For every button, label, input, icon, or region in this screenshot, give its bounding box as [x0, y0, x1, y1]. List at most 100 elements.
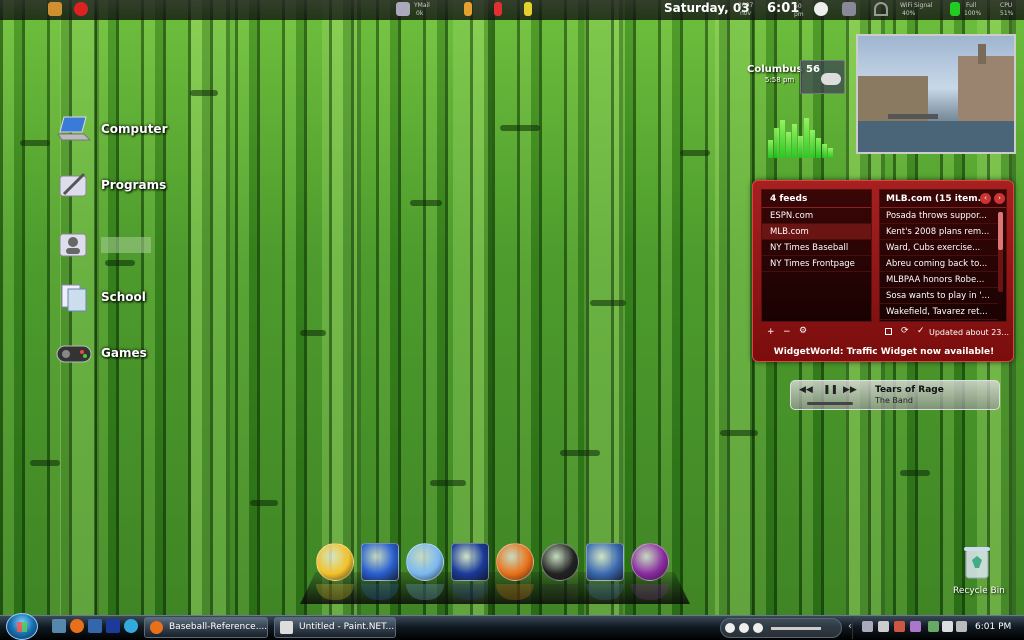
article-item[interactable]: Abreu coming back to... [880, 256, 998, 272]
taskbar-media-controls[interactable] [720, 618, 842, 638]
tray-app-icon[interactable] [862, 621, 873, 632]
flashlight-icon[interactable] [48, 2, 62, 16]
power-icon[interactable] [74, 2, 88, 16]
volume-tray-icon[interactable] [956, 621, 967, 632]
ie-quicklaunch-icon[interactable] [124, 619, 138, 633]
feed-item-nyt-baseball[interactable]: NY Times Baseball [762, 240, 871, 256]
tool-icon-2[interactable] [494, 2, 502, 16]
documents-icon [56, 282, 92, 312]
tray-app-icon[interactable] [894, 621, 905, 632]
recycle-bin-icon[interactable] [962, 544, 992, 580]
messenger-icon[interactable] [316, 543, 354, 581]
tray-app-icon[interactable] [910, 621, 921, 632]
media-quicklaunch-icon[interactable] [88, 619, 102, 633]
article-item[interactable]: Posada throws suppor... [880, 208, 998, 224]
yahoo-messenger-icon[interactable] [631, 543, 669, 581]
article-scrollbar[interactable] [998, 212, 1003, 292]
visualizer-bar [804, 118, 809, 158]
checkmark-icon[interactable]: ✓ [917, 326, 925, 336]
word-quicklaunch-icon[interactable] [106, 619, 120, 633]
show-desktop-icon[interactable] [52, 619, 66, 633]
feed-item-nyt-frontpage[interactable]: NY Times Frontpage [762, 256, 871, 272]
top-status-bar: YMail 0k Saturday, 03 2007 nov 6:01 50 p… [0, 0, 1024, 20]
article-item[interactable]: MLBPAA honors Robe... [880, 272, 998, 288]
mail-icon[interactable] [396, 2, 410, 16]
tray-arrow-icon[interactable]: ‹ [848, 621, 859, 632]
cpu-label: CPU [1000, 2, 1013, 9]
tray-app-icon[interactable] [942, 621, 953, 632]
next-page-icon[interactable]: › [994, 193, 1005, 204]
venice-photo [858, 44, 1014, 152]
article-item[interactable]: Wakefield, Tavarez ret... [880, 304, 998, 320]
visualizer-bar [792, 124, 797, 158]
remove-feed-button[interactable]: − [783, 327, 791, 337]
clock-ampm: pm [794, 11, 804, 18]
desktop-icon-computer[interactable]: Computer [56, 114, 167, 144]
pause-button[interactable]: ❚❚ [823, 385, 838, 395]
taskbar-button-paint-net[interactable]: Untitled - Paint.NET... [274, 617, 396, 638]
tool-icon-3[interactable] [524, 2, 532, 16]
year-label: 2007 [738, 2, 754, 9]
article-item[interactable]: Kent's 2008 plans rem... [880, 224, 998, 240]
weather-temperature: 56 [806, 64, 820, 75]
network-icon[interactable] [361, 543, 399, 581]
paint-icon[interactable] [586, 543, 624, 581]
article-item[interactable]: Sosa wants to play in '... [880, 288, 998, 304]
feed-item-mlb[interactable]: MLB.com [762, 224, 871, 240]
taskbar-clock[interactable]: 6:01 PM [975, 622, 1011, 632]
visualizer-bar [768, 140, 773, 158]
battery-label: Full [966, 2, 977, 9]
firefox-quicklaunch-icon[interactable] [70, 619, 84, 633]
firefox-icon[interactable] [496, 543, 534, 581]
clock-seconds: 50 [794, 3, 802, 10]
visualizer-bar [786, 132, 791, 158]
desktop-icon-school[interactable]: School [56, 282, 146, 312]
desktop-icon-user[interactable] [56, 230, 151, 260]
satellite-icon[interactable] [842, 2, 856, 16]
previous-track-button[interactable]: ◀◀ [799, 385, 813, 395]
tool-icon[interactable] [464, 2, 472, 16]
ymail-count: 0k [416, 10, 424, 17]
prev-page-icon[interactable]: ‹ [980, 193, 991, 204]
itunes-icon[interactable] [406, 543, 444, 581]
taskbar-button-firefox[interactable]: Baseball-Reference.... [144, 617, 268, 638]
article-item[interactable]: Ward, Cubs exercise... [880, 240, 998, 256]
gamepad-icon [56, 338, 92, 368]
add-feed-button[interactable]: + [767, 327, 775, 337]
feed-settings-button[interactable]: ⚙ [799, 326, 807, 336]
refresh-icon[interactable]: ⟳ [901, 326, 909, 336]
word-icon[interactable] [451, 543, 489, 581]
ymail-label: YMail [414, 2, 430, 9]
rss-feed-widget: 4 feeds ESPN.com MLB.com NY Times Baseba… [752, 180, 1014, 362]
media-next-icon[interactable] [753, 623, 763, 633]
desktop-icon-label: School [101, 290, 146, 304]
photo-slideshow-widget[interactable] [856, 34, 1016, 154]
tray-app-icon[interactable] [878, 621, 889, 632]
media-pause-icon[interactable] [739, 623, 749, 633]
media-prev-icon[interactable] [725, 623, 735, 633]
month-label: nov [740, 10, 752, 17]
feed-item-espn[interactable]: ESPN.com [762, 208, 871, 224]
desktop-icon-programs[interactable]: Programs [56, 170, 166, 200]
desktop-icon-games[interactable]: Games [56, 338, 147, 368]
minimize-icon[interactable] [885, 328, 892, 335]
scrollbar-thumb[interactable] [998, 212, 1003, 250]
audio-visualizer-widget [768, 112, 840, 164]
media-disc-icon[interactable] [814, 2, 828, 16]
feed-footer-link[interactable]: WidgetWorld: Traffic Widget now availabl… [753, 347, 1015, 357]
visualizer-bar [780, 120, 785, 158]
battery-icon [950, 2, 960, 16]
volume-slider[interactable] [807, 402, 853, 405]
desktop-icon-label: Games [101, 346, 147, 360]
start-button[interactable] [6, 613, 38, 640]
next-track-button[interactable]: ▶▶ [843, 385, 857, 395]
media-player-widget: ◀◀ ❚❚ ▶▶ Tears of Rage The Band [790, 380, 1000, 410]
weather-widget[interactable]: 56 [800, 60, 845, 94]
paint-net-icon [280, 621, 293, 634]
wifi-icon [874, 2, 888, 16]
network-tray-icon[interactable] [928, 621, 939, 632]
windows-logo-icon [17, 622, 27, 632]
mvp-baseball-icon[interactable] [541, 543, 579, 581]
media-seek-slider[interactable] [771, 627, 821, 630]
wifi-value: 40% [902, 10, 916, 17]
